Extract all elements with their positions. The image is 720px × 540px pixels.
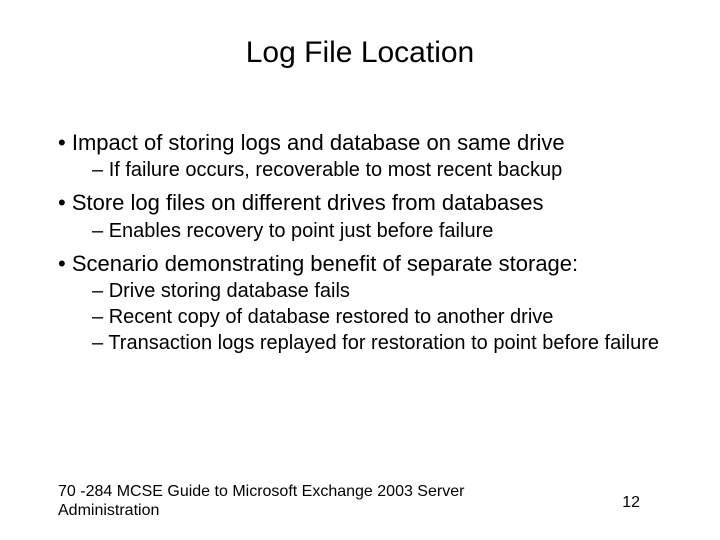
page-number: 12 — [622, 494, 640, 512]
bullet-level1: Impact of storing logs and database on s… — [58, 130, 680, 156]
slide-body: Impact of storing logs and database on s… — [58, 130, 680, 363]
bullet-level1: Store log files on different drives from… — [58, 190, 680, 216]
bullet-level2: Recent copy of database restored to anot… — [92, 305, 680, 329]
bullet-level2: Drive storing database fails — [92, 279, 680, 303]
slide: Log File Location Impact of storing logs… — [0, 0, 720, 540]
bullet-level2: If failure occurs, recoverable to most r… — [92, 158, 680, 182]
slide-title: Log File Location — [0, 36, 720, 70]
bullet-level2: Transaction logs replayed for restoratio… — [92, 331, 680, 355]
bullet-level1: Scenario demonstrating benefit of separa… — [58, 251, 680, 277]
footer-text: 70 -284 MCSE Guide to Microsoft Exchange… — [58, 482, 478, 520]
bullet-level2: Enables recovery to point just before fa… — [92, 219, 680, 243]
